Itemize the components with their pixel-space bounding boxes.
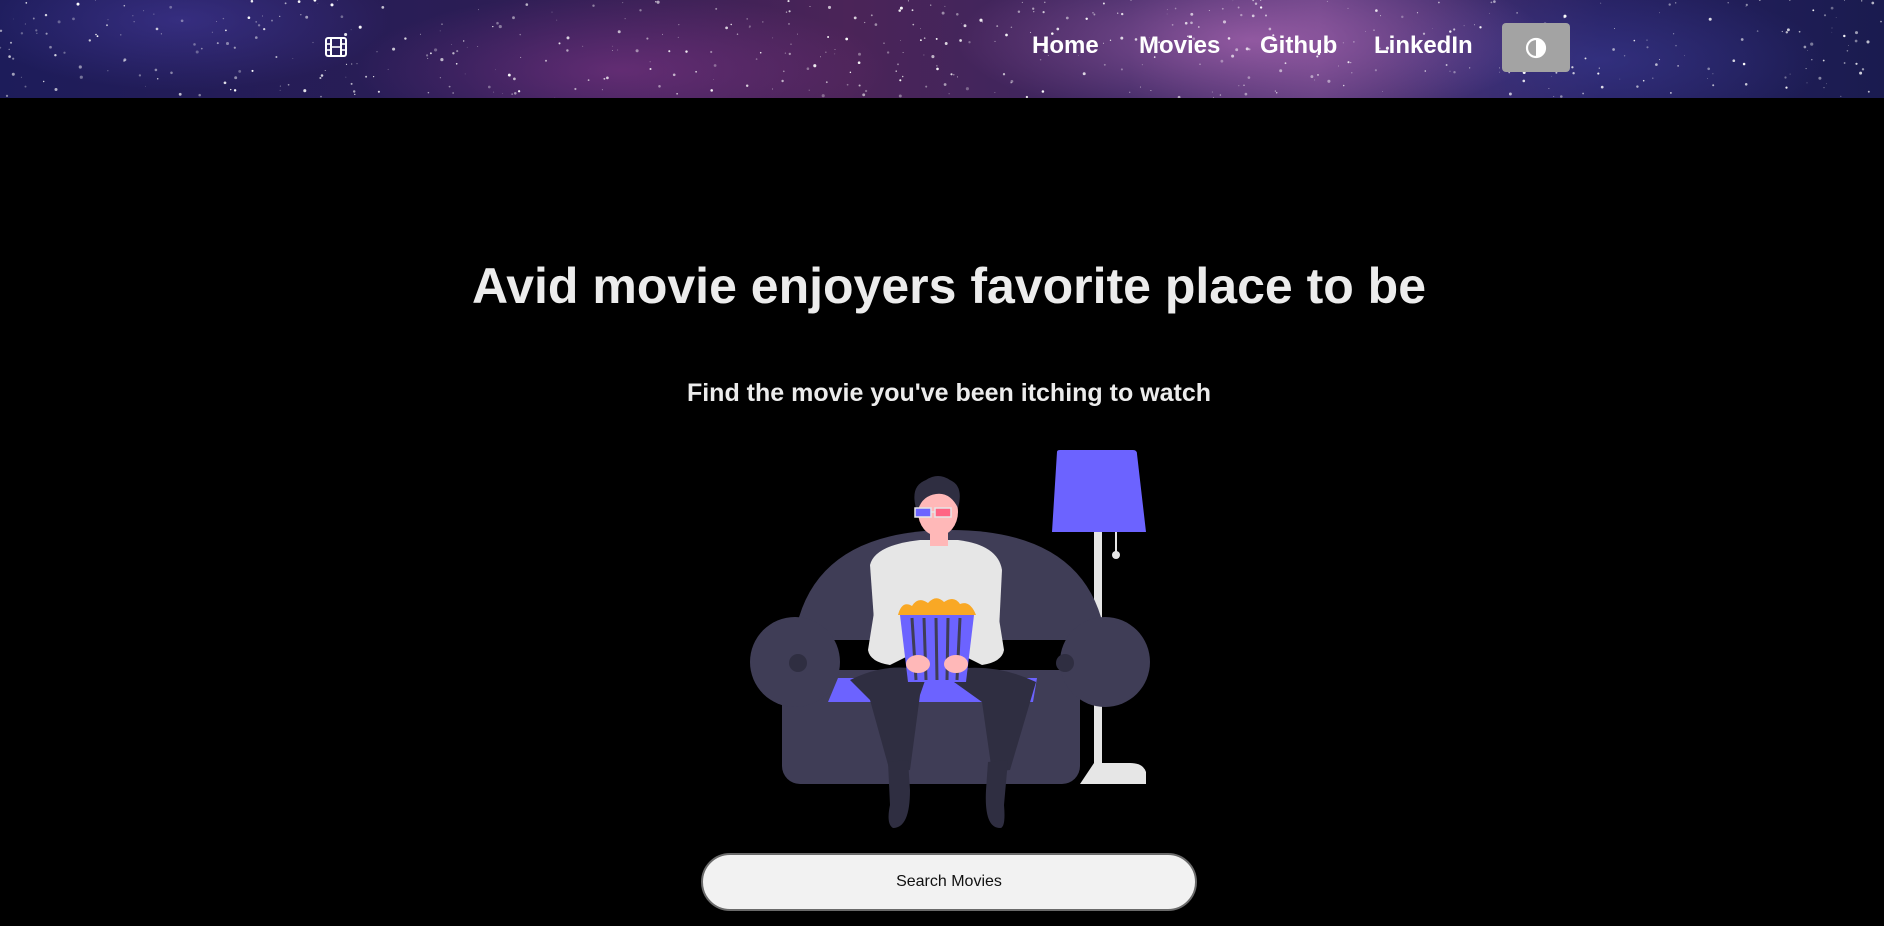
nav-link-linkedin[interactable]: LinkedIn — [1374, 32, 1473, 60]
navbar: Home Movies Github LinkedIn — [0, 0, 1884, 98]
hero-title: Avid movie enjoyers favorite place to be — [471, 257, 1427, 314]
film-icon[interactable] — [325, 37, 347, 57]
hero-subtitle: Find the movie you've been itching to wa… — [686, 378, 1212, 407]
theme-toggle-button[interactable] — [1502, 23, 1570, 72]
starfield-background — [0, 0, 1882, 98]
nav-link-github[interactable]: Github — [1260, 32, 1337, 60]
nav-link-home[interactable]: Home — [1032, 32, 1099, 60]
nav-link-movies[interactable]: Movies — [1139, 32, 1220, 60]
contrast-icon — [1525, 37, 1547, 58]
person-on-couch-illustration — [750, 450, 1150, 828]
search-movies-button[interactable]: Search Movies — [701, 853, 1197, 911]
